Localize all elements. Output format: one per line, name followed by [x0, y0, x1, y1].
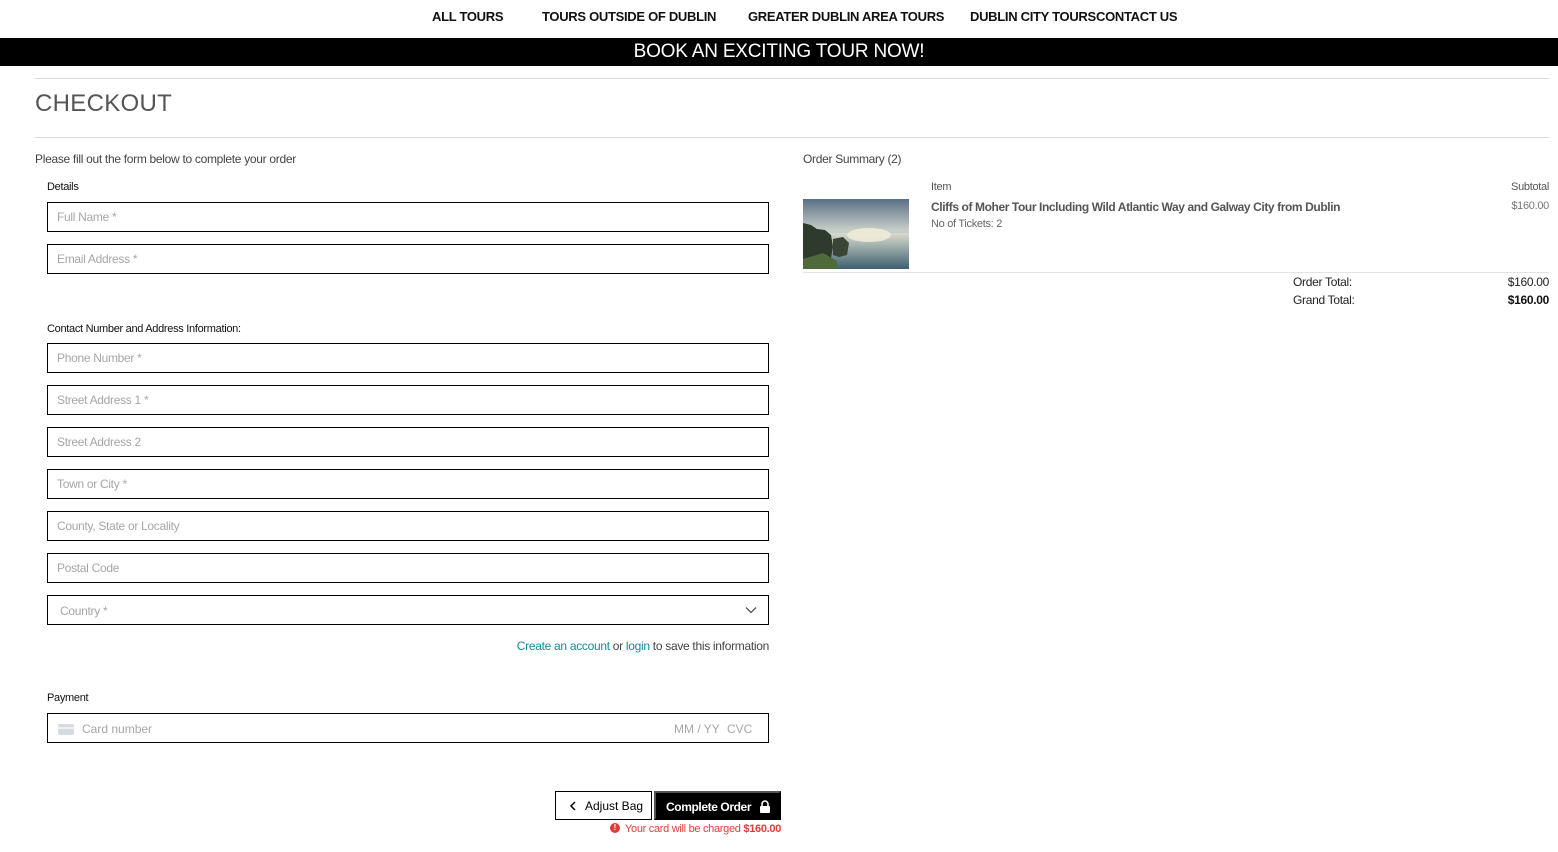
street1-field[interactable]	[47, 385, 769, 415]
order-total-value: $160.00	[1507, 275, 1550, 289]
complete-order-button[interactable]: Complete Order	[654, 791, 781, 820]
email-input[interactable]	[48, 245, 768, 273]
payment-label: Payment	[47, 692, 89, 704]
contact-label: Contact Number and Address Information:	[47, 323, 241, 335]
full-name-field[interactable]	[47, 202, 769, 232]
login-link[interactable]: login	[626, 639, 650, 653]
account-suffix-text: to save this information	[649, 639, 770, 653]
town-field[interactable]	[47, 469, 769, 499]
alert-icon: !	[610, 823, 620, 833]
street1-input[interactable]	[48, 386, 768, 414]
nav-dublin-city-tours[interactable]: DUBLIN CITY TOURS	[970, 9, 1096, 24]
full-name-input[interactable]	[48, 203, 768, 231]
credit-card-icon	[58, 724, 74, 735]
details-label: Details	[47, 181, 79, 193]
nav-greater-dublin-tours[interactable]: GREATER DUBLIN AREA TOURS	[748, 9, 944, 24]
country-select[interactable]: Country *	[47, 595, 769, 625]
grand-total-label: Grand Total:	[1293, 293, 1355, 307]
order-total-label: Order Total:	[1293, 275, 1352, 289]
item-name: Cliffs of Moher Tour Including Wild Atla…	[931, 200, 1341, 214]
county-input[interactable]	[48, 512, 768, 540]
create-account-link[interactable]: Create an account	[517, 639, 610, 653]
summary-divider	[803, 272, 1549, 273]
street2-field[interactable]	[47, 427, 769, 457]
lock-icon	[760, 800, 770, 813]
tour-thumbnail[interactable]	[803, 199, 909, 269]
complete-order-label: Complete Order	[666, 800, 752, 814]
phone-field[interactable]	[47, 343, 769, 373]
adjust-bag-label: Adjust Bag	[585, 799, 644, 813]
postcode-field[interactable]	[47, 553, 769, 583]
divider-title	[35, 137, 1549, 138]
account-prompt: Create an account or login to save this …	[517, 639, 770, 653]
postcode-input[interactable]	[48, 554, 768, 582]
card-cvc-input[interactable]: CVC	[727, 722, 752, 736]
charge-notice-text: Your card will be charged	[625, 823, 744, 835]
chevron-left-icon	[569, 801, 576, 811]
col-subtotal-header: Subtotal	[1511, 181, 1549, 193]
account-or-text: or	[609, 639, 626, 653]
email-field[interactable]	[47, 244, 769, 274]
order-summary-title: Order Summary (2)	[803, 152, 902, 166]
nav-tours-outside-dublin[interactable]: TOURS OUTSIDE OF DUBLIN	[542, 9, 716, 24]
town-input[interactable]	[48, 470, 768, 498]
nav-all-tours[interactable]: ALL TOURS	[432, 9, 504, 24]
page-title: CHECKOUT	[35, 90, 173, 117]
country-select-value: Country *	[60, 604, 108, 618]
street2-input[interactable]	[48, 428, 768, 456]
county-field[interactable]	[47, 511, 769, 541]
card-element[interactable]: Card number MM / YY CVC	[47, 713, 769, 743]
adjust-bag-button[interactable]: Adjust Bag	[555, 791, 652, 820]
phone-input[interactable]	[48, 344, 768, 372]
charge-amount: $160.00	[743, 823, 782, 835]
divider-top	[35, 78, 1549, 79]
card-number-input[interactable]: Card number	[82, 722, 152, 736]
chevron-down-icon	[745, 607, 757, 614]
grand-total-value: $160.00	[1507, 293, 1550, 307]
nav-contact-us[interactable]: CONTACT US	[1096, 9, 1178, 24]
item-tickets: No of Tickets: 2	[931, 218, 1003, 230]
charge-notice: Your card will be charged $160.00	[625, 823, 781, 835]
form-intro: Please fill out the form below to comple…	[35, 152, 296, 166]
card-expiry-input[interactable]: MM / YY	[674, 722, 720, 736]
col-item-header: Item	[931, 181, 952, 193]
promo-banner[interactable]: BOOK AN EXCITING TOUR NOW!	[0, 38, 1558, 66]
item-subtotal: $160.00	[1511, 200, 1549, 212]
